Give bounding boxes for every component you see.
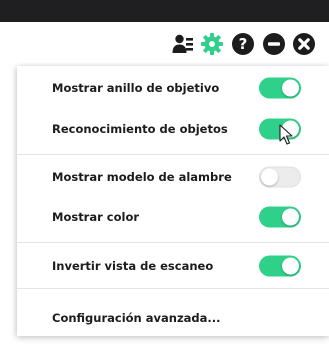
mouse-pointer-icon [279, 124, 293, 145]
gear-icon[interactable] [200, 32, 224, 56]
toggle-knob [261, 168, 278, 186]
setting-row-invert-scan-view[interactable]: Invertir vista de escaneo [17, 244, 329, 288]
user-list-icon[interactable] [171, 32, 195, 56]
setting-label: Mostrar color [52, 210, 140, 224]
setting-row-target-ring[interactable]: Mostrar anillo de objetivo [17, 66, 329, 110]
help-icon[interactable]: ? [231, 32, 255, 56]
minimize-icon[interactable] [262, 32, 286, 56]
window-top-bar [0, 0, 329, 22]
toggle-knob [282, 79, 299, 97]
setting-row-wireframe-model[interactable]: Mostrar modelo de alambre [17, 155, 329, 199]
toggle-knob [282, 208, 299, 226]
target-ring-toggle[interactable] [259, 77, 301, 99]
wireframe-model-toggle[interactable] [259, 166, 301, 188]
show-color-toggle[interactable] [259, 206, 301, 228]
setting-label: Reconocimiento de objetos [52, 122, 228, 136]
setting-label: Invertir vista de escaneo [52, 259, 214, 273]
close-icon[interactable] [292, 32, 316, 56]
divider [17, 242, 329, 243]
setting-row-show-color[interactable]: Mostrar color [17, 195, 329, 239]
toggle-knob [282, 257, 299, 275]
invert-scan-view-toggle[interactable] [259, 255, 301, 277]
divider [17, 288, 329, 289]
setting-label: Mostrar modelo de alambre [52, 170, 232, 184]
settings-menu: Mostrar anillo de objetivo Reconocimient… [17, 66, 329, 336]
setting-label: Mostrar anillo de objetivo [52, 81, 220, 95]
svg-text:?: ? [239, 35, 248, 53]
advanced-settings-link[interactable]: Configuración avanzada... [52, 311, 221, 325]
